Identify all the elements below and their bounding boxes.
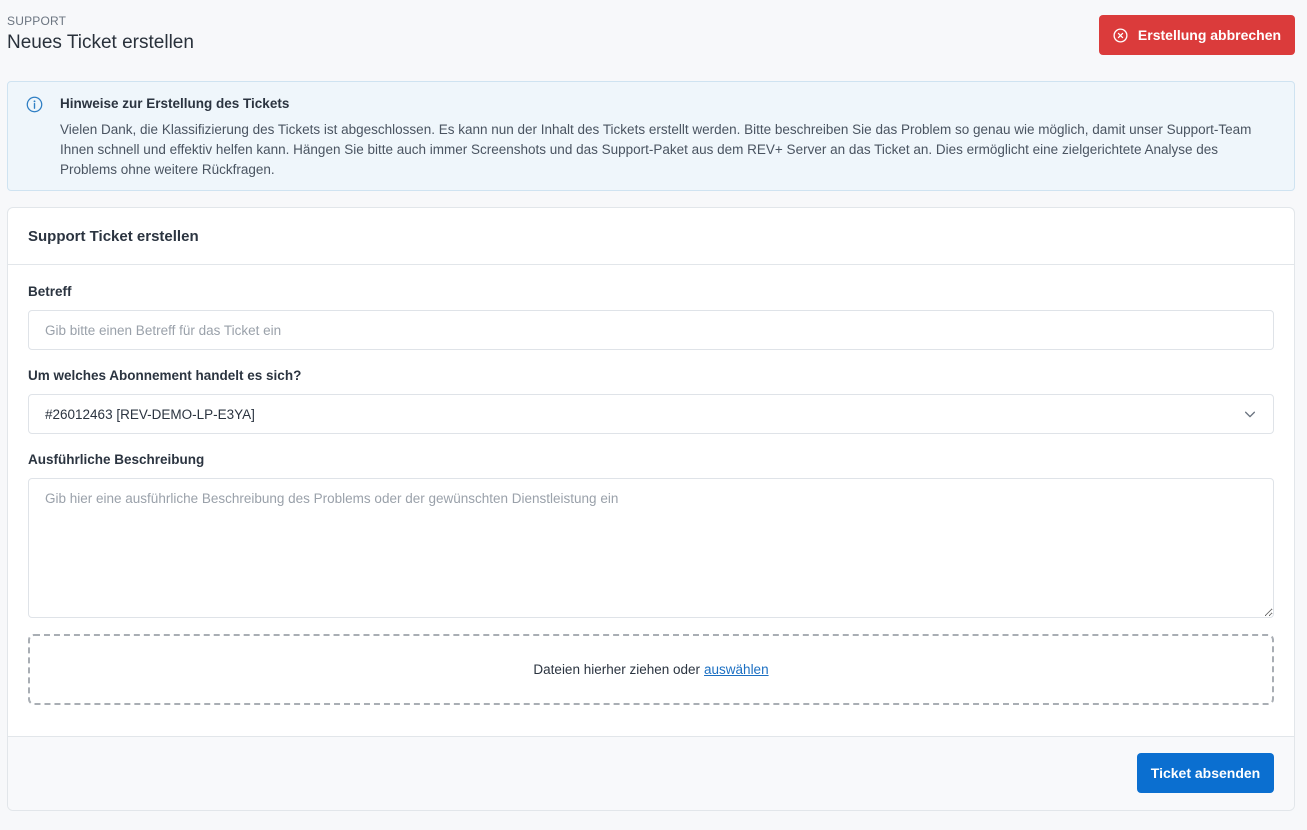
info-circle-icon xyxy=(26,96,43,113)
cancel-creation-label: Erstellung abbrechen xyxy=(1137,27,1282,43)
x-circle-icon xyxy=(1113,27,1128,43)
file-dropzone[interactable]: Dateien hierher ziehen oder auswählen xyxy=(28,634,1274,705)
section-eyebrow: SUPPORT xyxy=(7,14,67,28)
description-textarea[interactable] xyxy=(28,478,1274,618)
cancel-creation-button[interactable]: Erstellung abbrechen xyxy=(1099,15,1295,55)
submit-ticket-button[interactable]: Ticket absenden xyxy=(1137,753,1274,793)
info-notice-title: Hinweise zur Erstellung des Tickets xyxy=(60,96,290,111)
subscription-select[interactable]: #26012463 [REV-DEMO-LP-E3YA] xyxy=(28,394,1274,434)
info-notice-text: Vielen Dank, die Klassifizierung des Tic… xyxy=(60,122,1252,177)
page-title: Neues Ticket erstellen xyxy=(7,32,194,53)
dropzone-text: Dateien hierher ziehen oder xyxy=(533,662,701,677)
select-files-link[interactable]: auswählen xyxy=(704,662,769,677)
subject-label: Betreff xyxy=(28,284,72,299)
subject-input[interactable] xyxy=(28,310,1274,350)
info-notice: Hinweise zur Erstellung des Tickets Viel… xyxy=(7,81,1295,191)
ticket-form-card: Support Ticket erstellen Betreff Um welc… xyxy=(7,207,1295,811)
card-footer: Ticket absenden xyxy=(8,736,1294,810)
subscription-label: Um welches Abonnement handelt es sich? xyxy=(28,368,302,383)
card-title: Support Ticket erstellen xyxy=(28,227,199,245)
subscription-selected-value: #26012463 [REV-DEMO-LP-E3YA] xyxy=(45,406,255,422)
card-header: Support Ticket erstellen xyxy=(8,208,1294,265)
page-header: SUPPORT Neues Ticket erstellen xyxy=(7,14,194,54)
page: SUPPORT Neues Ticket erstellen Erstellun… xyxy=(0,0,1307,830)
chevron-down-icon xyxy=(1244,411,1256,418)
description-label: Ausführliche Beschreibung xyxy=(28,452,205,467)
